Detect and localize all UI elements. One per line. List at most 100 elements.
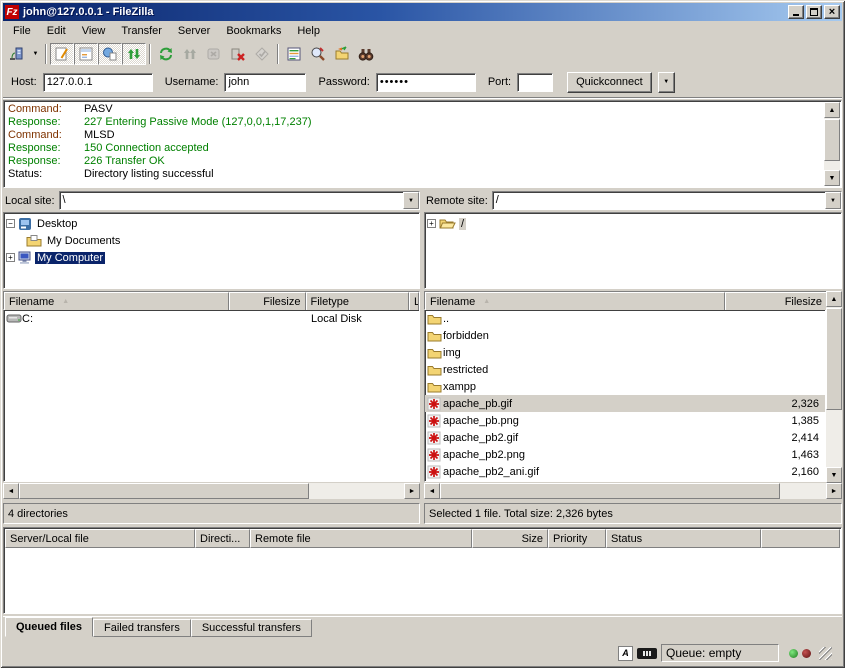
file-row[interactable]: apache_pb2.png 1,463 [425,446,825,463]
quickconnect-button[interactable]: Quickconnect [567,72,652,93]
column-label: Filesize [263,296,300,308]
toggle-message-log-button[interactable] [50,43,74,65]
remote-hscrollbar[interactable]: ◄ ► [424,483,842,499]
scroll-up-icon[interactable]: ▲ [826,291,842,307]
queue-tabs: Queued files Failed transfers Successful… [3,616,842,638]
file-row[interactable]: forbidden [425,327,825,344]
scrollbar-thumb[interactable] [826,308,842,410]
queue-status-field: Queue: empty [661,644,779,662]
tree-item-desktop[interactable]: − Desktop [6,215,417,232]
column-filename[interactable]: Filename▲ [4,292,229,311]
file-name: apache_pb.png [443,415,519,427]
menu-bookmarks[interactable]: Bookmarks [218,22,289,40]
scroll-left-icon[interactable]: ◄ [3,483,19,499]
file-row[interactable]: restricted [425,361,825,378]
cancel-operation-button[interactable] [202,43,226,65]
column-filename[interactable]: Filename▲ [425,292,725,311]
menu-view[interactable]: View [74,22,114,40]
find-files-button[interactable] [354,43,378,65]
expand-icon[interactable]: + [6,253,15,262]
remote-vscrollbar[interactable]: ▲ ▼ [826,291,842,483]
file-row[interactable]: xampp [425,378,825,395]
close-button[interactable]: × [824,5,840,19]
log-scrollbar[interactable]: ▲ ▼ [824,102,840,186]
minimize-button[interactable] [788,5,804,19]
collapse-icon[interactable]: − [6,219,15,228]
menu-transfer[interactable]: Transfer [113,22,170,40]
scroll-down-icon[interactable]: ▼ [826,467,842,483]
activity-led-green [789,649,798,658]
refresh-button[interactable] [154,43,178,65]
menu-help[interactable]: Help [289,22,328,40]
tree-item-my-computer[interactable]: + My Computer [6,249,417,266]
toggle-local-tree-button[interactable] [74,43,98,65]
column-server-local-file[interactable]: Server/Local file [5,529,195,548]
scroll-left-icon[interactable]: ◄ [424,483,440,499]
quickconnect-dropdown[interactable]: ▼ [658,72,675,93]
remote-site-combo[interactable]: / ▼ [492,191,842,210]
column-filetype[interactable]: Filetype [306,292,410,311]
scroll-right-icon[interactable]: ► [826,483,842,499]
column-filesize[interactable]: Filesize [229,292,306,311]
file-row[interactable]: .. [425,310,825,327]
chevron-down-icon[interactable]: ▼ [825,192,841,209]
column-priority[interactable]: Priority [548,529,606,548]
disconnect-button[interactable] [226,43,250,65]
scrollbar-thumb[interactable] [19,483,309,499]
local-site-combo[interactable]: \ ▼ [59,191,420,210]
port-input[interactable] [517,73,553,92]
process-queue-button[interactable] [178,43,202,65]
expand-icon[interactable]: + [427,219,436,228]
title-bar[interactable]: Fz john@127.0.0.1 - FileZilla × [3,3,842,21]
column-last-modified[interactable]: L [409,292,419,311]
log-text: 226 Transfer OK [84,155,165,168]
toggle-remote-tree-button[interactable] [98,43,122,65]
tab-failed-transfers[interactable]: Failed transfers [93,619,191,637]
tab-queued-files[interactable]: Queued files [5,617,93,637]
local-drive-row[interactable]: C: Local Disk [4,310,419,327]
column-filesize[interactable]: Filesize [725,292,827,311]
file-row[interactable]: img [425,344,825,361]
site-manager-button[interactable] [5,43,29,65]
menu-edit[interactable]: Edit [39,22,74,40]
directory-comparison-icon [334,46,350,62]
menu-server[interactable]: Server [170,22,218,40]
file-row-selected[interactable]: apache_pb.gif 2,326 [425,395,825,412]
column-size[interactable]: Size [472,529,548,548]
abort-button[interactable] [250,43,274,65]
maximize-button[interactable] [806,5,822,19]
file-name: restricted [443,364,488,376]
host-input[interactable] [43,73,153,92]
directory-listing-button[interactable] [282,43,306,65]
local-hscrollbar[interactable]: ◄ ► [3,483,420,499]
site-manager-dropdown[interactable]: ▼ [29,43,42,65]
tab-successful-transfers[interactable]: Successful transfers [191,619,312,637]
file-row[interactable]: apache_pb.png 1,385 [425,412,825,429]
file-name: apache_pb2.gif [443,432,518,444]
password-input[interactable] [376,73,476,92]
scrollbar-thumb[interactable] [440,483,780,499]
username-input[interactable] [224,73,306,92]
tree-item-my-documents[interactable]: My Documents [6,232,417,249]
toggle-transfer-queue-button[interactable] [122,43,146,65]
chevron-down-icon[interactable]: ▼ [403,192,419,209]
scrollbar-thumb[interactable] [824,119,840,161]
file-row[interactable]: apache_pb2.gif 2,414 [425,429,825,446]
filename-filters-button[interactable] [306,43,330,65]
column-remote-file[interactable]: Remote file [250,529,472,548]
column-direction[interactable]: Directi... [195,529,250,548]
file-row[interactable]: apache_pb2_ani.gif 2,160 [425,463,825,480]
image-file-icon [427,465,441,479]
status-bar: A Queue: empty [3,641,842,665]
log-line: Command:MLSD [8,129,841,142]
tree-item-root[interactable]: + / [427,215,839,232]
resize-grip[interactable] [819,647,832,660]
scroll-right-icon[interactable]: ► [404,483,420,499]
column-filler [761,529,840,548]
scroll-up-icon[interactable]: ▲ [824,102,840,118]
sort-ascending-icon: ▲ [483,298,490,305]
column-status[interactable]: Status [606,529,761,548]
directory-comparison-button[interactable] [330,43,354,65]
menu-file[interactable]: File [5,22,39,40]
scroll-down-icon[interactable]: ▼ [824,170,840,186]
